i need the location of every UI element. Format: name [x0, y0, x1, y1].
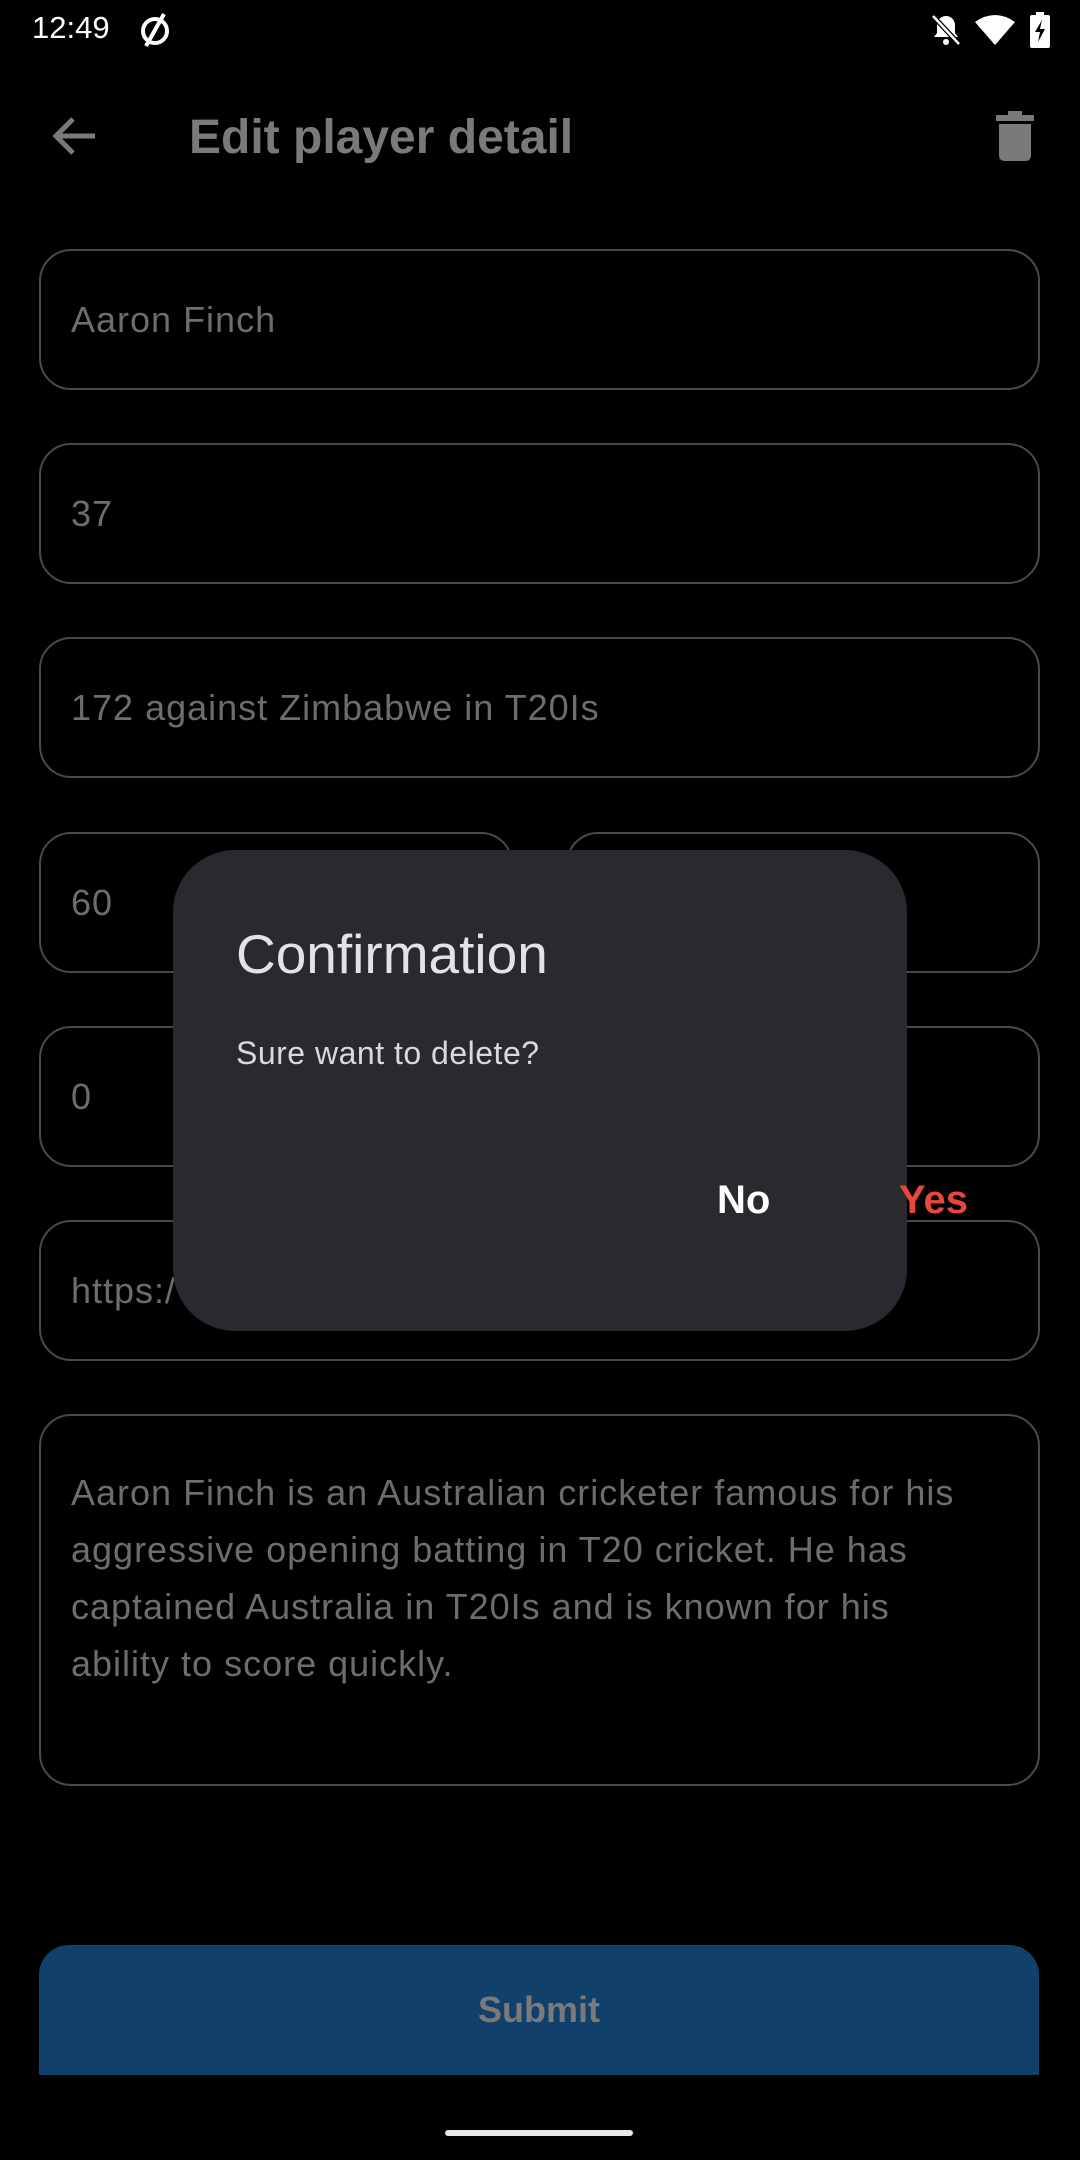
submit-button[interactable]: Submit	[39, 1945, 1039, 2075]
arrow-back-icon	[52, 117, 95, 155]
notifications-off-icon	[926, 10, 966, 50]
dialog-message: Sure want to delete?	[236, 1035, 540, 1071]
name-field[interactable]: Aaron Finch	[39, 249, 1040, 390]
back-button[interactable]	[42, 108, 106, 164]
page-title: Edit player detail	[189, 111, 574, 164]
app-bar: Edit player detail	[0, 96, 1080, 176]
empty-set-icon	[135, 10, 175, 50]
bottom-area	[0, 2078, 1080, 2160]
gesture-handle[interactable]	[445, 2130, 633, 2136]
best-score-field[interactable]: 172 against Zimbabwe in T20Is	[39, 637, 1040, 778]
dialog-title: Confirmation	[236, 923, 548, 985]
status-bar: 12:49	[0, 0, 1080, 64]
battery-charging-icon	[1024, 10, 1056, 50]
image-url-field-value: https:/	[71, 1269, 177, 1311]
description-field-value: Aaron Finch is an Australian cricketer f…	[71, 1472, 955, 1684]
description-field[interactable]: Aaron Finch is an Australian cricketer f…	[39, 1414, 1040, 1786]
confirmation-dialog: Confirmation Sure want to delete? No Yes	[173, 850, 968, 1331]
screen: 12:49 Edit player detail Aaron Finch 37 …	[0, 0, 1080, 2160]
no-button[interactable]: No	[691, 1160, 796, 1240]
wifi-icon	[972, 10, 1018, 50]
name-field-value: Aaron Finch	[71, 298, 277, 340]
stat-field-c-value: 0	[71, 1075, 93, 1117]
age-field[interactable]: 37	[39, 443, 1040, 584]
yes-button[interactable]: Yes	[873, 1160, 994, 1240]
best-score-field-value: 172 against Zimbabwe in T20Is	[71, 686, 600, 728]
age-field-value: 37	[71, 492, 114, 534]
trash-icon	[996, 111, 1034, 161]
status-time: 12:49	[32, 10, 110, 45]
stat-field-a-value: 60	[71, 881, 114, 923]
submit-label: Submit	[478, 1989, 600, 2030]
delete-button[interactable]	[990, 106, 1040, 166]
